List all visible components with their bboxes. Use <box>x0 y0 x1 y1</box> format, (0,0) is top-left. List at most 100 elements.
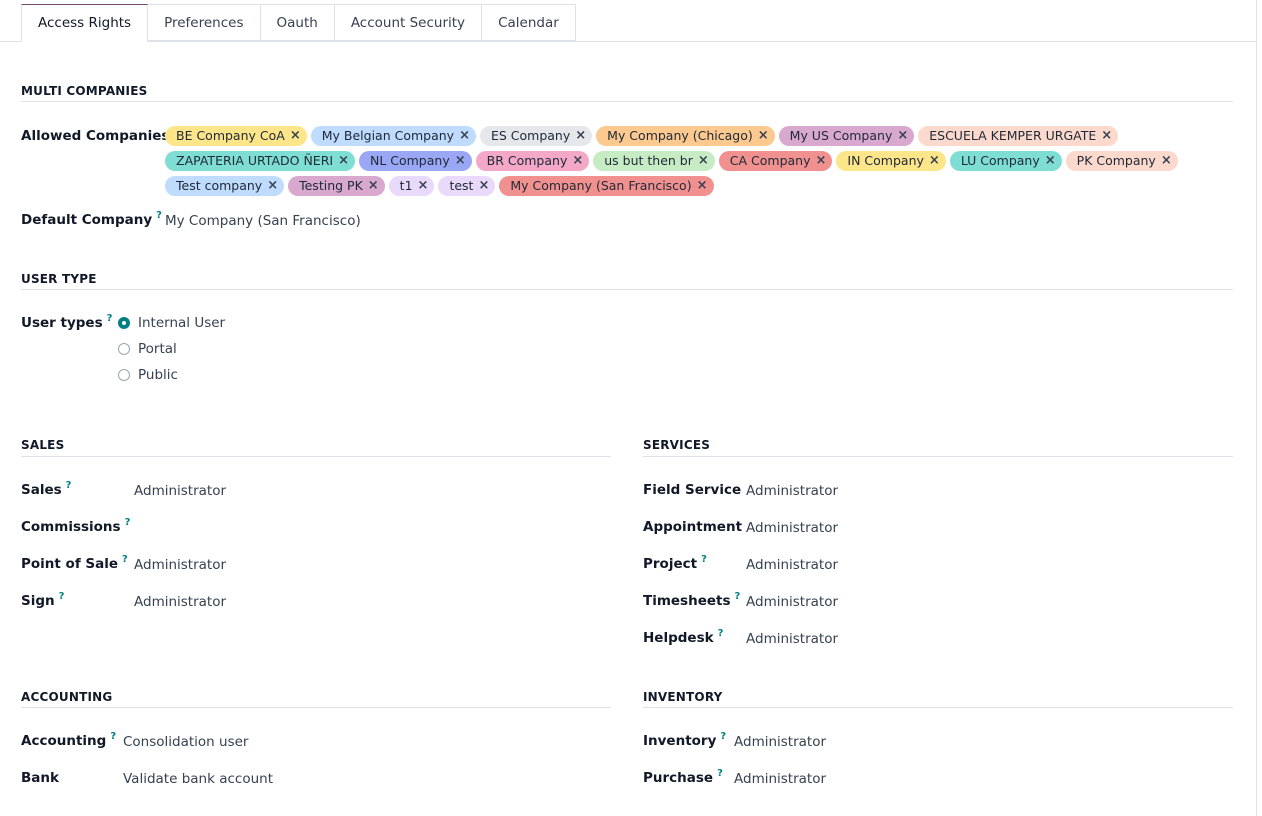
remove-tag-icon[interactable]: × <box>572 151 583 171</box>
company-tag-label: My US Company <box>789 128 893 143</box>
help-icon[interactable]: ? <box>717 768 723 779</box>
field-label-text: Bank <box>21 770 59 786</box>
field-label-text: Timesheets <box>643 593 731 609</box>
company-tag-label: NL Company <box>369 153 450 168</box>
company-tag[interactable]: CA Company × <box>718 151 833 171</box>
company-tag[interactable]: PK Company × <box>1065 151 1178 171</box>
field-service-label: Field Service <box>643 482 741 498</box>
company-tag[interactable]: LU Company × <box>949 151 1062 171</box>
help-icon[interactable]: ? <box>720 731 726 742</box>
remove-tag-icon[interactable]: × <box>1045 151 1056 171</box>
help-icon[interactable]: ? <box>718 628 724 639</box>
helpdesk-value[interactable]: Administrator <box>746 631 838 647</box>
sign-value[interactable]: Administrator <box>134 594 226 610</box>
radio-unchecked-icon[interactable] <box>118 343 130 355</box>
accounting-value[interactable]: Consolidation user <box>123 734 248 750</box>
help-icon[interactable]: ? <box>122 554 128 565</box>
radio-checked-icon[interactable] <box>118 317 130 329</box>
company-tag[interactable]: test × <box>438 176 496 196</box>
company-tag[interactable]: ZAPATERIA URTADO ÑERI × <box>165 151 355 171</box>
remove-tag-icon[interactable]: × <box>697 176 708 196</box>
tab-oauth[interactable]: Oauth <box>260 4 335 41</box>
default-company-label-text: Default Company <box>21 212 153 228</box>
company-tag[interactable]: t1 × <box>388 176 435 196</box>
remove-tag-icon[interactable]: × <box>368 176 379 196</box>
tab-preferences[interactable]: Preferences <box>148 4 261 41</box>
appointment-value[interactable]: Administrator <box>746 520 838 536</box>
remove-tag-icon[interactable]: × <box>1161 151 1172 171</box>
help-icon[interactable]: ? <box>156 210 162 221</box>
remove-tag-icon[interactable]: × <box>418 176 429 196</box>
radio-label: Public <box>138 367 178 383</box>
purchase-value[interactable]: Administrator <box>734 771 826 787</box>
remove-tag-icon[interactable]: × <box>478 176 489 196</box>
field-service-value[interactable]: Administrator <box>746 483 838 499</box>
help-icon[interactable]: ? <box>125 517 131 528</box>
default-company-value[interactable]: My Company (San Francisco) <box>165 213 361 229</box>
help-icon[interactable]: ? <box>701 554 707 565</box>
company-tag[interactable]: us but then br × <box>593 151 715 171</box>
radio-internal-user[interactable]: Internal User <box>118 313 225 333</box>
user-type-rule <box>21 289 1233 290</box>
company-tag[interactable]: BR Company × <box>475 151 590 171</box>
help-icon[interactable]: ? <box>735 591 741 602</box>
remove-tag-icon[interactable]: × <box>929 151 940 171</box>
company-tag[interactable]: My Company (San Francisco) × <box>499 176 714 196</box>
company-tag[interactable]: Testing PK × <box>288 176 385 196</box>
company-tag-label: test <box>449 178 474 193</box>
company-tag[interactable]: NL Company × <box>358 151 472 171</box>
appointment-label: Appointment <box>643 519 742 535</box>
remove-tag-icon[interactable]: × <box>267 176 278 196</box>
radio-public[interactable]: Public <box>118 365 178 385</box>
bank-value[interactable]: Validate bank account <box>123 771 273 787</box>
company-tag[interactable]: My Belgian Company × <box>310 126 476 146</box>
help-icon[interactable]: ? <box>110 731 116 742</box>
company-tag[interactable]: BE Company CoA × <box>165 126 307 146</box>
tab-calendar[interactable]: Calendar <box>482 4 576 41</box>
remove-tag-icon[interactable]: × <box>816 151 827 171</box>
company-tag-label: IN Company <box>847 153 924 168</box>
remove-tag-icon[interactable]: × <box>455 151 466 171</box>
commissions-label: Commissions? <box>21 517 131 535</box>
remove-tag-icon[interactable]: × <box>338 151 349 171</box>
field-label-text: Inventory <box>643 733 717 749</box>
company-tag[interactable]: My US Company × <box>778 126 915 146</box>
project-label: Project? <box>643 554 707 572</box>
company-tag[interactable]: ES Company × <box>479 126 593 146</box>
tab-account-security[interactable]: Account Security <box>334 4 483 41</box>
company-tag[interactable]: Test company × <box>165 176 285 196</box>
sales-value[interactable]: Administrator <box>134 483 226 499</box>
remove-tag-icon[interactable]: × <box>459 126 470 146</box>
company-tag[interactable]: ESCUELA KEMPER URGATE × <box>918 126 1119 146</box>
allowed-companies-tags[interactable]: BE Company CoA × My Belgian Company × ES Com… <box>165 126 1195 196</box>
field-label-text: Project <box>643 556 698 572</box>
project-value[interactable]: Administrator <box>746 557 838 573</box>
company-tag[interactable]: IN Company × <box>836 151 946 171</box>
user-type-title: USER TYPE <box>21 272 97 286</box>
default-company-label: Default Company? <box>21 210 162 228</box>
help-icon[interactable]: ? <box>59 591 65 602</box>
tab-access-rights[interactable]: Access Rights <box>21 4 149 42</box>
help-icon[interactable]: ? <box>107 313 113 324</box>
remove-tag-icon[interactable]: × <box>897 126 908 146</box>
company-tag[interactable]: My Company (Chicago) × <box>596 126 775 146</box>
point-of-sale-value[interactable]: Administrator <box>134 557 226 573</box>
inventory-title: INVENTORY <box>643 690 723 704</box>
inventory-value[interactable]: Administrator <box>734 734 826 750</box>
timesheets-value[interactable]: Administrator <box>746 594 838 610</box>
help-icon[interactable]: ? <box>66 480 72 491</box>
radio-unchecked-icon[interactable] <box>118 369 130 381</box>
field-label-text: Purchase <box>643 770 714 786</box>
remove-tag-icon[interactable]: × <box>575 126 586 146</box>
bank-label: Bank <box>21 770 59 786</box>
radio-portal[interactable]: Portal <box>118 339 177 359</box>
multi-companies-rule <box>21 101 1233 102</box>
remove-tag-icon[interactable]: × <box>290 126 301 146</box>
remove-tag-icon[interactable]: × <box>698 151 709 171</box>
remove-tag-icon[interactable]: × <box>1101 126 1112 146</box>
company-tag-label: ZAPATERIA URTADO ÑERI <box>176 153 334 168</box>
remove-tag-icon[interactable]: × <box>758 126 769 146</box>
inventory-rule <box>643 707 1233 708</box>
company-tag-label: us but then br <box>604 153 693 168</box>
inventory-label: Inventory? <box>643 731 726 749</box>
